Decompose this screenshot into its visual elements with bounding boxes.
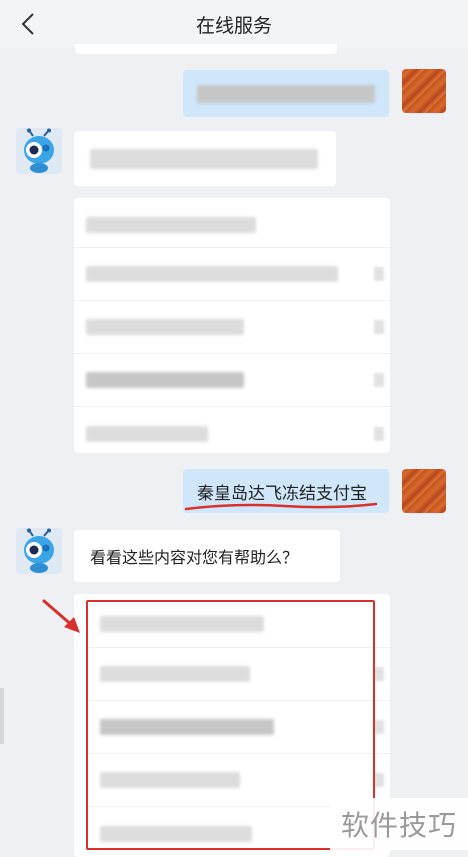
suggestion-item[interactable] — [74, 248, 390, 301]
chevron-right-icon — [374, 720, 384, 734]
user-avatar[interactable] — [402, 69, 446, 113]
ant-robot-icon — [24, 128, 54, 173]
annotation-arrow-icon — [42, 599, 80, 633]
suggestion-item[interactable] — [74, 407, 390, 460]
chevron-right-icon — [374, 773, 384, 787]
back-button[interactable] — [12, 8, 44, 40]
redacted-text — [86, 266, 338, 282]
redacted-text — [90, 148, 318, 169]
redacted-text — [86, 425, 208, 442]
suggestion-item[interactable] — [74, 202, 390, 248]
previous-message-edge — [75, 44, 337, 54]
suggestion-item[interactable] — [88, 648, 390, 701]
redacted-text — [86, 372, 244, 388]
suggestion-item[interactable] — [74, 354, 390, 407]
chevron-right-icon — [374, 426, 384, 441]
suggestion-item[interactable] — [88, 701, 390, 754]
redacted-text — [86, 319, 244, 335]
annotation-underline — [184, 502, 378, 511]
bot-message-bubble: 看看这些内容对您有帮助么？ — [74, 530, 340, 582]
bot-avatar — [16, 528, 62, 574]
suggestion-item[interactable] — [88, 600, 390, 648]
user-message-bubble — [183, 70, 389, 117]
redacted-text — [100, 666, 250, 682]
chevron-right-icon — [374, 267, 384, 281]
bot-prompt-text: 看看这些内容对您有帮助么？ — [90, 548, 299, 567]
redacted-text — [100, 719, 274, 735]
bot-message-bubble — [74, 131, 336, 186]
bot-avatar — [16, 128, 62, 174]
watermark-text: 软件技巧 — [340, 809, 457, 842]
user-avatar[interactable] — [402, 469, 446, 513]
watermark: 软件技巧 — [330, 798, 468, 850]
side-edge-handle — [0, 688, 4, 744]
ant-robot-icon — [24, 528, 54, 573]
top-bar: 在线服务 — [0, 0, 468, 48]
redacted-text — [100, 615, 264, 632]
chevron-right-icon — [374, 667, 384, 681]
redacted-text — [100, 825, 252, 842]
chevron-right-icon — [374, 320, 384, 334]
page-title: 在线服务 — [195, 14, 272, 37]
redacted-text — [86, 216, 256, 233]
suggestion-card — [74, 198, 390, 453]
suggestion-item[interactable] — [74, 301, 390, 354]
chevron-left-icon — [21, 13, 34, 35]
chevron-right-icon — [374, 373, 384, 387]
redacted-text — [197, 84, 375, 103]
redacted-text — [100, 772, 240, 788]
